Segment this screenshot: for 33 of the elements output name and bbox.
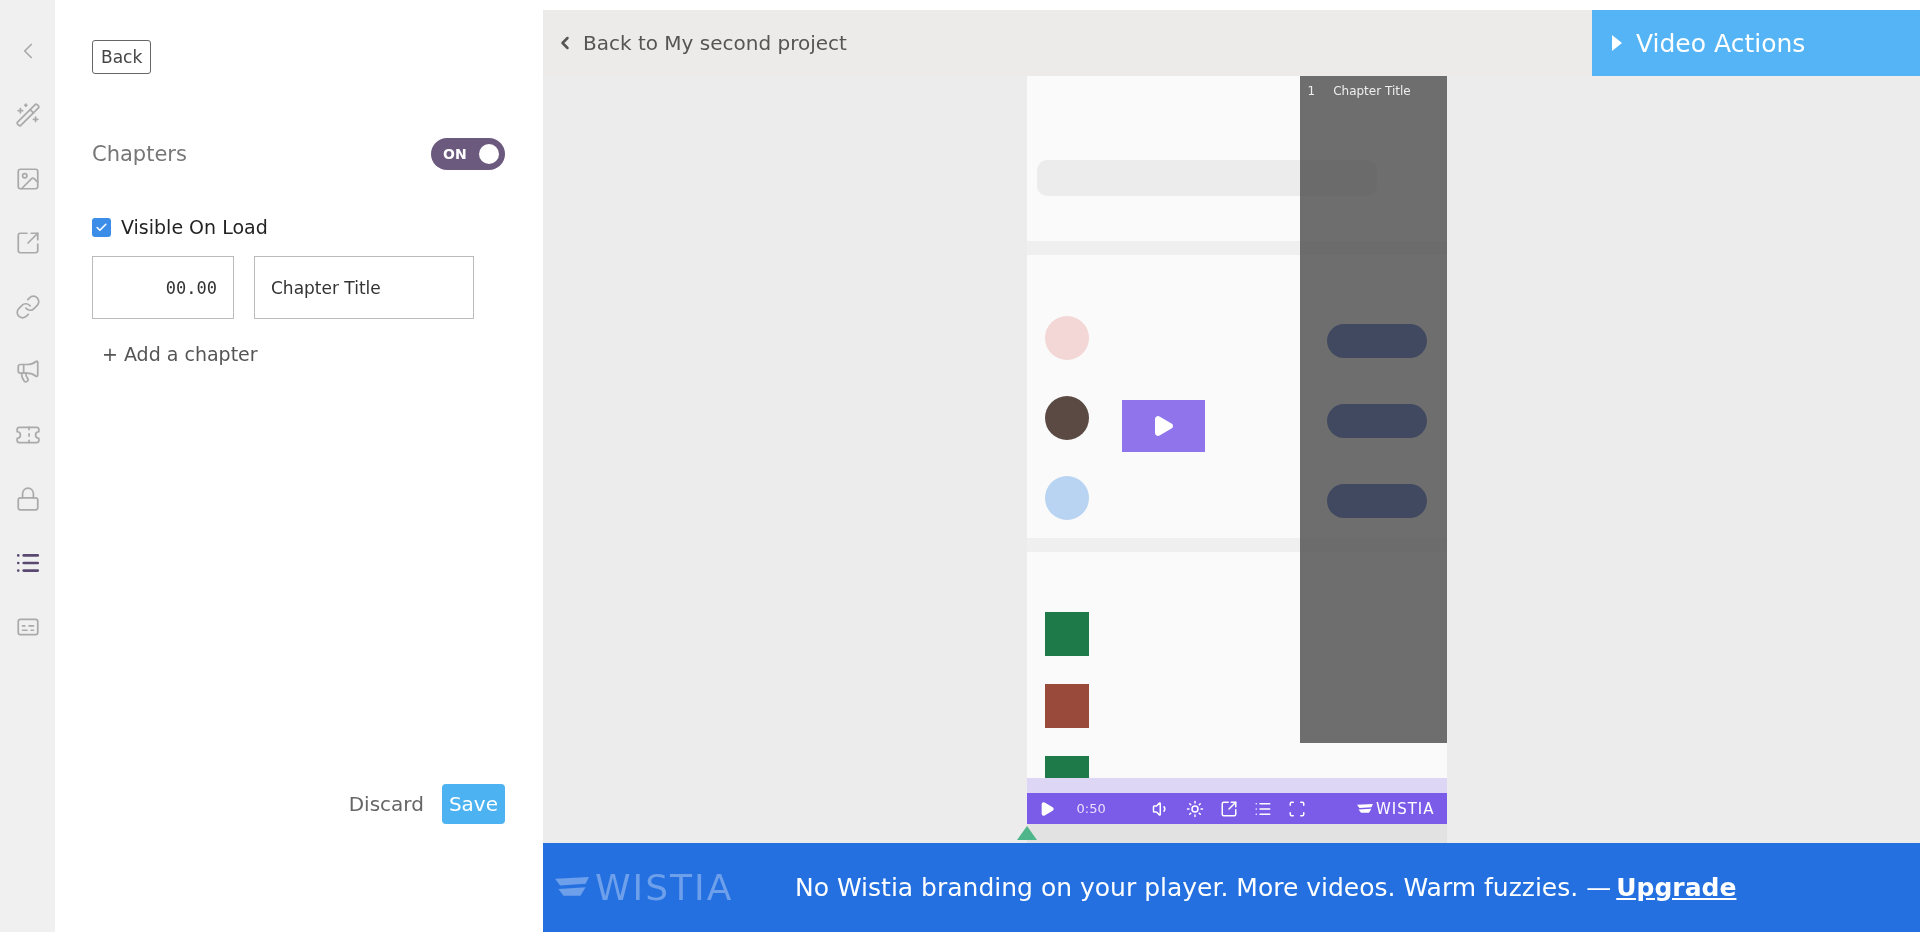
magic-wand-icon[interactable] [14, 102, 41, 128]
banner-logo-text: WISTIA [595, 867, 734, 908]
add-chapter-link[interactable]: + Add a chapter [102, 343, 258, 365]
upgrade-link[interactable]: Upgrade [1616, 873, 1737, 902]
time-field[interactable]: 00.00 [92, 256, 234, 319]
chapter-marker-icon[interactable] [1016, 826, 1037, 840]
back-button[interactable]: Back [92, 40, 152, 74]
brand-logo[interactable]: WISTIA [1356, 799, 1435, 818]
image-icon[interactable] [14, 166, 41, 192]
chapter-number: 1 [1307, 84, 1316, 98]
banner-message: No Wistia branding on your player. More videos. Warm fuzzies. — [795, 873, 1612, 902]
checkbox[interactable] [92, 217, 111, 237]
settings-icon[interactable] [1185, 799, 1204, 818]
checkbox-label: Visible On Load [121, 216, 268, 238]
logo-icon [555, 877, 589, 898]
link-icon[interactable] [14, 294, 41, 320]
back-link[interactable]: Back to My second project [555, 31, 847, 55]
lock-icon[interactable] [14, 486, 41, 512]
logo-icon [1356, 803, 1373, 814]
caret-icon [1612, 35, 1622, 51]
megaphone-icon[interactable] [14, 358, 41, 384]
fullscreen-icon[interactable] [1287, 799, 1306, 818]
time-display: 0:50 [1076, 801, 1106, 816]
play-button[interactable] [1121, 400, 1205, 452]
checkmark-icon [95, 220, 108, 234]
chapter-title[interactable]: Chapter Title [1333, 84, 1411, 98]
toggle-switch[interactable]: ON [431, 138, 505, 170]
share-icon[interactable] [1219, 799, 1238, 818]
title-field[interactable]: Chapter Title [254, 256, 474, 319]
share-icon[interactable] [14, 230, 41, 256]
discard-button[interactable]: Discard [348, 792, 424, 816]
section-title: Chapters [92, 142, 187, 166]
brand-text: WISTIA [1375, 799, 1435, 818]
